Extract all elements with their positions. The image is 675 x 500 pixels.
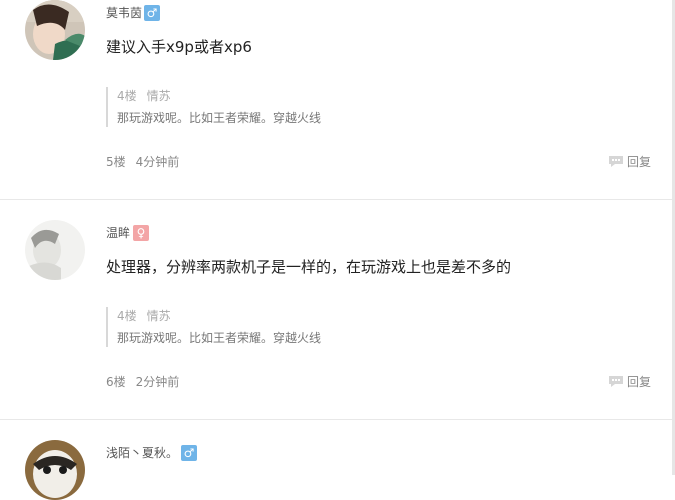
quote-floor: 4楼	[117, 309, 137, 323]
floor-number: 5楼	[106, 155, 126, 169]
comment-list: 莫韦茵 ♂ 建议入手x9p或者xp6 4楼 情苏 那玩游戏呢。比如王者荣耀。穿越火…	[0, 0, 675, 500]
quote-user[interactable]: 情苏	[147, 89, 171, 103]
male-icon: ♂	[144, 5, 160, 21]
post-time: 2分钟前	[135, 375, 180, 389]
comment-content: 处理器，分辨率两款机子是一样的，在玩游戏上也是差不多的	[106, 258, 512, 276]
avatar[interactable]	[25, 0, 85, 60]
post-meta: 5楼 4分钟前	[106, 153, 189, 170]
reply-button[interactable]: 回复	[608, 373, 651, 391]
female-icon: ♀	[133, 225, 149, 241]
quoted-reply: 4楼 情苏 那玩游戏呢。比如王者荣耀。穿越火线	[106, 307, 508, 347]
comment-icon	[608, 375, 624, 391]
comment-content: 建议入手x9p或者xp6	[106, 38, 252, 56]
male-icon: ♂	[181, 445, 197, 461]
reply-button[interactable]: 回复	[608, 153, 651, 171]
reply-label: 回复	[627, 375, 652, 389]
quote-user[interactable]: 情苏	[147, 309, 171, 323]
quote-text: 那玩游戏呢。比如王者荣耀。穿越火线	[117, 331, 322, 345]
quote-text: 那玩游戏呢。比如王者荣耀。穿越火线	[117, 111, 322, 125]
floor-number: 6楼	[106, 375, 126, 389]
username[interactable]: 浅陌丶夏秋。	[106, 444, 178, 461]
post-meta: 6楼 2分钟前	[106, 373, 189, 390]
username[interactable]: 温眸	[106, 224, 130, 241]
quote-floor: 4楼	[117, 89, 137, 103]
reply-label: 回复	[627, 155, 652, 169]
divider	[0, 199, 672, 200]
post-time: 4分钟前	[135, 155, 180, 169]
comment-icon	[608, 155, 624, 171]
avatar[interactable]	[25, 440, 85, 500]
quoted-reply: 4楼 情苏 那玩游戏呢。比如王者荣耀。穿越火线	[106, 87, 508, 127]
avatar[interactable]	[25, 220, 85, 280]
username[interactable]: 莫韦茵	[106, 4, 142, 21]
divider	[0, 419, 672, 420]
